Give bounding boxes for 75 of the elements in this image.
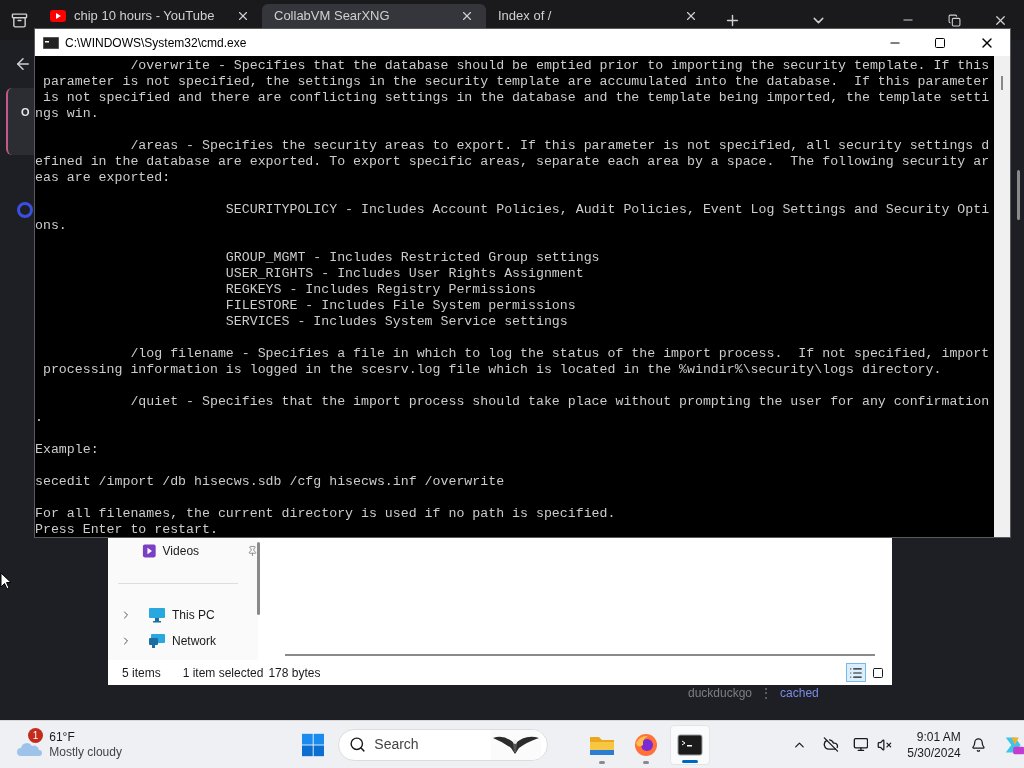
console-line: processing information is logged in the scesrv.log file which is located in the %windir%\security\logs directory. (41, 362, 942, 378)
console-line: /overwrite - Specifies that the database should be emptied prior to importing the security template. If this (129, 58, 990, 74)
muted-speaker-icon[interactable] (877, 736, 893, 753)
item-count: 5 items (122, 664, 161, 682)
start-icon[interactable] (301, 732, 325, 757)
browser-tab[interactable]: Index of / (486, 4, 710, 28)
console-line: USER_RIGHTS - Includes User Rights Assignment (224, 266, 584, 282)
tab-list-icon[interactable] (10, 11, 28, 29)
taskbar-app[interactable] (669, 724, 710, 765)
console-line: /log filename - Specifies a file in which to log the status of the import process. If not specified, import (129, 346, 990, 362)
result-separator: ⋮ (760, 685, 773, 702)
console-line: /areas - Specifies the security areas to export. If this parameter is not specified, all security settings d (129, 138, 990, 154)
console-line: ngs win. (35, 106, 99, 122)
fox-globe-icon (633, 732, 658, 757)
console-line: SERVICES - Includes System Service settings (224, 314, 568, 330)
square-icon (872, 666, 884, 679)
notification-badge: 1 (28, 727, 43, 743)
console-line: Press Enter to restart. (35, 522, 218, 537)
window-title: C:\WINDOWS\System32\cmd.exe (65, 34, 247, 52)
maximize-icon[interactable] (934, 36, 946, 49)
close-tab-icon[interactable] (236, 9, 250, 23)
pin-icon (247, 545, 258, 557)
console-line: ons. (35, 218, 67, 234)
video-folder-icon (142, 543, 157, 559)
clock-date[interactable]: 5/30/2024 (907, 744, 961, 761)
back-icon[interactable] (14, 55, 32, 73)
console-line: REGKEYS - Includes Registry Permissions (224, 282, 536, 298)
nav-item[interactable]: This PC (108, 602, 258, 628)
tab-title: Index of / (498, 7, 553, 26)
console-line: efined in the database are exported. To export specific areas, separate each area by a space. The following security ar (35, 154, 990, 170)
console-line: GROUP_MGMT - Includes Restricted Group settings (224, 250, 600, 266)
console-icon (43, 36, 59, 49)
horizontal-scrollbar[interactable] (285, 654, 875, 656)
clock-time[interactable]: 9:01 AM (916, 728, 961, 745)
play-logo-icon (50, 10, 66, 22)
console-line: eas are exported: (35, 170, 171, 186)
console-line: Example: (35, 442, 99, 458)
browser-tab[interactable]: chip 10 hours - YouTube (38, 4, 262, 28)
computer-icon (148, 607, 166, 623)
nav-item[interactable]: Videos (108, 538, 258, 564)
console-line: parameter is not specified, the settings in the security template are accumulated into the database. If this parameter (41, 74, 990, 90)
mouse-pointer-icon (0, 572, 12, 590)
selection-info: 1 item selected 178 bytes (182, 664, 321, 682)
browser-tab[interactable]: CollabVM SearXNG (262, 4, 486, 28)
console-line: FILESTORE - Includes File System permissions (224, 298, 576, 314)
console-line: For all filenames, the current directory is used if no path is specified. (35, 506, 616, 522)
network-icon (148, 633, 166, 649)
weather-condition: Mostly cloudy (49, 744, 122, 760)
cached-link[interactable]: cached (780, 684, 819, 702)
console-line: is not specified and there are conflicting settings in the database and the template being imported, the template setti (41, 90, 990, 106)
restore-icon[interactable] (948, 13, 961, 27)
tab-title: chip 10 hours - YouTube (74, 7, 216, 26)
scrollbar[interactable] (257, 542, 260, 615)
details-view-button[interactable] (846, 663, 866, 682)
result-engine: duckduckgo (688, 685, 753, 702)
monitor-icon[interactable] (852, 736, 869, 753)
close-tab-icon[interactable] (684, 9, 698, 23)
scroll-thumb (1017, 170, 1020, 220)
search-icon (349, 736, 367, 753)
list-icon (849, 665, 863, 680)
cloud-off-icon[interactable] (822, 736, 839, 753)
card-title: O (21, 106, 30, 118)
close-tab-icon[interactable] (460, 9, 474, 23)
temperature: 61°F (49, 729, 76, 745)
console-line: secedit /import /db hisecws.sdb /cfg hisecws.inf /overwrite (35, 474, 505, 490)
console-line: /quiet - Specifies that the import process should take place without prompting the user for any confirmation (129, 394, 990, 410)
search-box[interactable]: Search (338, 728, 548, 761)
tab-title: CollabVM SearXNG (274, 7, 391, 26)
scrollbar-thumb[interactable] (1001, 76, 1003, 90)
console-line: . (35, 410, 43, 426)
bell-icon[interactable] (970, 736, 986, 753)
terminal-icon (676, 733, 703, 756)
cloud-icon (17, 741, 43, 756)
nav-item[interactable]: Network (108, 628, 258, 654)
console-line: SECURITYPOLICY - Includes Account Policies, Audit Policies, Event Log Settings and Security Opti (224, 202, 990, 218)
